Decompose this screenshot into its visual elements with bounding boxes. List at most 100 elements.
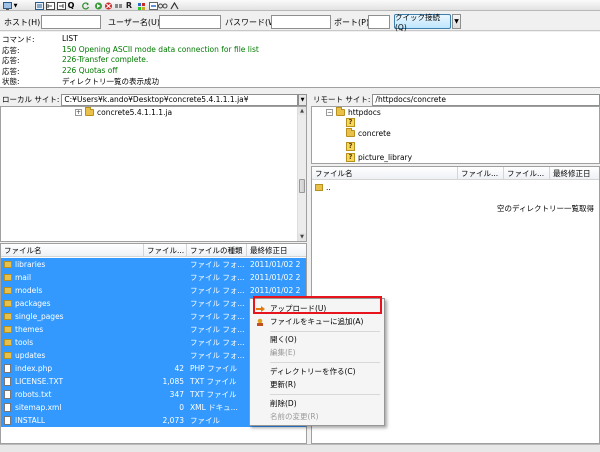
remote-directory-tree[interactable]: − httpdocs concrete ? ? picture_library … — [311, 106, 600, 164]
unknown-folder-icon: ? — [346, 153, 355, 162]
folder-icon — [4, 300, 12, 307]
remote-tree-icon[interactable] — [56, 1, 66, 10]
menu-separator — [270, 331, 380, 332]
file-icon — [4, 364, 11, 373]
port-input[interactable] — [368, 15, 390, 29]
menu-item-add-to-queue[interactable]: ファイルをキューに追加(A) — [252, 316, 382, 328]
file-row[interactable]: libraries ファイル フォ... 2011/01/02 2 — [1, 258, 306, 271]
parent-directory-row[interactable]: .. — [312, 181, 599, 194]
file-date: 2011/01/02 2 — [250, 260, 301, 269]
expand-icon[interactable]: + — [75, 109, 82, 116]
local-tree-scrollbar[interactable]: ▲ ▼ — [297, 107, 306, 241]
folder-icon — [4, 261, 12, 268]
menu-item-edit[interactable]: 編集(E) — [252, 347, 382, 359]
local-tree-icon[interactable] — [45, 1, 55, 10]
file-name: themes — [15, 325, 44, 334]
column-filename[interactable]: ファイル名 — [1, 244, 144, 257]
tree-node[interactable]: ? — [346, 142, 358, 151]
file-type: ファイル フォ... — [190, 338, 245, 347]
message-log[interactable]: コマンド: LIST 応答: 150 Opening ASCII mode data… — [0, 32, 600, 88]
menu-item-refresh[interactable]: 更新(R) — [252, 379, 382, 391]
menu-item-rename[interactable]: 名前の変更(R) — [252, 411, 382, 423]
sync-browse-icon[interactable] — [148, 1, 158, 10]
file-size: 0 — [179, 403, 184, 412]
tree-node-label: httpdocs — [348, 108, 381, 117]
menu-separator — [270, 362, 380, 363]
password-input[interactable] — [271, 15, 331, 29]
local-directory-tree[interactable]: + concrete5.4.1.1.1.ja ▲ ▼ — [0, 106, 307, 242]
column-modified[interactable]: 最終修正日 — [550, 167, 599, 180]
column-filetype[interactable]: ファイルの種類 — [187, 244, 247, 257]
log-line: コマンド: LIST — [2, 34, 78, 44]
column-modified[interactable]: 最終修正日 — [247, 244, 306, 257]
file-name: robots.txt — [15, 390, 52, 399]
tree-node-label: concrete5.4.1.1.1.ja — [97, 108, 173, 117]
filter-icon[interactable] — [137, 1, 147, 10]
file-row[interactable]: mail ファイル フォ... 2011/01/02 2 — [1, 271, 306, 284]
scroll-up-icon[interactable]: ▲ — [298, 107, 306, 115]
scroll-down-icon[interactable]: ▼ — [298, 233, 306, 241]
menu-item-mkdir[interactable]: ディレクトリーを作る(C) — [252, 366, 382, 378]
file-name: index.php — [15, 364, 53, 373]
file-type: ファイル フォ... — [190, 286, 245, 295]
file-name: mail — [15, 273, 32, 282]
tree-node-label: picture_library — [358, 153, 413, 162]
menu-item-delete[interactable]: 削除(D) — [252, 398, 382, 410]
file-type: PHP ファイル — [190, 364, 238, 373]
folder-icon — [4, 313, 12, 320]
compare-icon[interactable] — [158, 1, 168, 10]
disconnect-icon[interactable] — [113, 1, 123, 10]
folder-icon — [4, 352, 12, 359]
file-type: TXT ファイル — [190, 377, 237, 386]
file-name: packages — [15, 299, 51, 308]
local-path-input[interactable]: C:¥Users¥k.ando¥Desktop¥concrete5.4.1.1.… — [61, 93, 298, 106]
add-to-queue-icon — [256, 318, 265, 326]
folder-icon — [315, 184, 323, 191]
process-queue-icon[interactable] — [93, 1, 103, 10]
column-filesize[interactable]: ファイル... — [458, 167, 504, 180]
local-list-header: ファイル名 ファイル... ファイルの種類 最終修正日 — [1, 244, 306, 257]
message-log-icon[interactable] — [34, 1, 44, 10]
main-toolbar: ▼ Q R — [0, 0, 600, 11]
queue-icon[interactable]: Q — [66, 1, 76, 10]
file-type: ファイル — [190, 416, 220, 425]
log-line: 応答: 150 Opening ASCII mode data connectio… — [2, 44, 259, 55]
quickconnect-dropdown[interactable]: ▼ — [452, 14, 461, 29]
username-label: ユーザー名(U): — [108, 18, 163, 27]
quickconnect-button[interactable]: クイック接続(Q) — [394, 13, 451, 32]
reconnect-icon[interactable]: R — [124, 1, 134, 10]
tree-node[interactable]: − httpdocs — [326, 107, 381, 117]
file-size: 2,073 — [162, 416, 184, 425]
refresh-icon[interactable] — [80, 1, 90, 10]
remote-list-header: ファイル名 ファイル... ファイル... 最終修正日 — [312, 167, 599, 180]
log-line: 状態: ディレクトリ一覧の表示成功 — [2, 77, 159, 86]
empty-directory-message: 空のディレクトリー一覧取得 — [497, 204, 594, 213]
host-input[interactable] — [41, 15, 101, 29]
tree-node[interactable]: ? picture_library — [346, 153, 412, 162]
file-size: 1,085 — [162, 377, 184, 386]
tree-node[interactable]: + concrete5.4.1.1.1.ja — [75, 107, 173, 117]
file-name: single_pages — [15, 312, 64, 321]
file-icon — [4, 403, 11, 412]
cancel-icon[interactable] — [103, 1, 113, 10]
dropdown-arrow-icon[interactable]: ▼ — [12, 1, 19, 10]
column-filename[interactable]: ファイル名 — [312, 167, 458, 180]
upload-highlight-box — [253, 296, 382, 314]
scroll-thumb[interactable] — [299, 179, 305, 193]
file-type: ファイル フォ... — [190, 299, 245, 308]
tree-node-current[interactable]: concrete — [346, 128, 391, 138]
username-input[interactable] — [159, 15, 221, 29]
remote-path-input[interactable]: /httpdocs/concrete — [372, 93, 600, 106]
file-name: updates — [15, 351, 46, 360]
site-manager-icon[interactable] — [2, 1, 12, 10]
file-name: INSTALL — [15, 416, 46, 425]
local-path-dropdown[interactable]: ▼ — [298, 93, 307, 106]
column-filesize[interactable]: ファイル... — [144, 244, 187, 257]
collapse-icon[interactable]: − — [326, 109, 333, 116]
column-filetype[interactable]: ファイル... — [504, 167, 550, 180]
menu-item-open[interactable]: 開く(O) — [252, 334, 382, 346]
search-icon[interactable] — [169, 1, 179, 10]
tree-node[interactable]: ? — [346, 118, 358, 127]
file-name: tools — [15, 338, 34, 347]
local-site-label: ローカル サイト: — [2, 95, 60, 104]
